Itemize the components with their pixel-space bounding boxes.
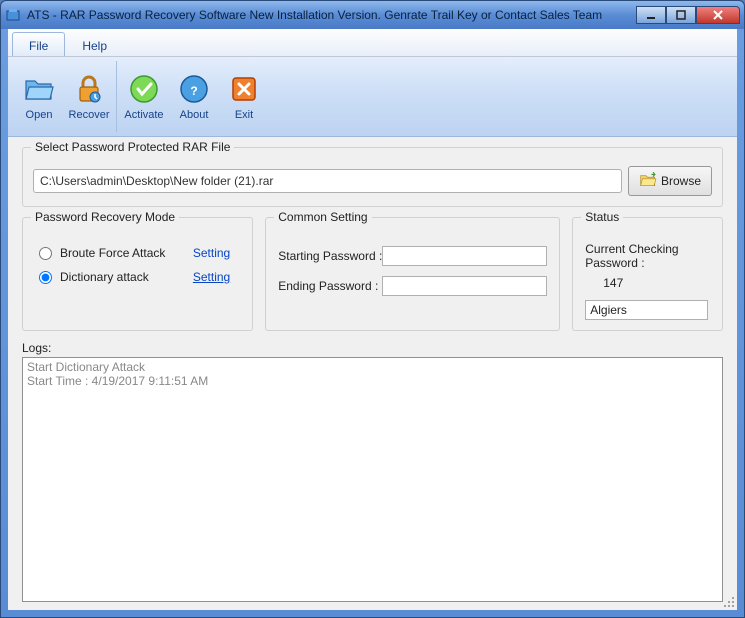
activate-button[interactable]: Activate <box>119 61 169 132</box>
dictionary-radio[interactable] <box>39 271 52 284</box>
browse-label: Browse <box>661 174 701 188</box>
window-controls <box>636 6 740 24</box>
brute-force-radio[interactable] <box>39 247 52 260</box>
maximize-button[interactable] <box>666 6 696 24</box>
ending-password-label: Ending Password : <box>278 279 378 293</box>
exit-icon <box>228 73 260 105</box>
starting-password-label: Starting Password : <box>278 249 378 263</box>
close-button[interactable] <box>696 6 740 24</box>
folder-browse-icon <box>639 172 657 191</box>
lock-recover-icon <box>73 73 105 105</box>
dictionary-label: Dictionary attack <box>60 270 185 284</box>
logs-textarea[interactable]: Start Dictionary Attack Start Time : 4/1… <box>22 357 723 602</box>
folder-open-icon <box>23 73 55 105</box>
activate-label: Activate <box>124 109 163 121</box>
exit-button[interactable]: Exit <box>219 61 269 132</box>
resize-grip-icon[interactable] <box>721 594 735 608</box>
check-circle-icon <box>128 73 160 105</box>
question-circle-icon: ? <box>178 73 210 105</box>
checking-password-count: 147 <box>603 276 710 290</box>
recover-label: Recover <box>69 109 110 121</box>
toolbar: Open Recover Activate <box>8 57 737 137</box>
svg-text:?: ? <box>190 84 197 98</box>
minimize-button[interactable] <box>636 6 666 24</box>
status-group: Status Current Checking Password : 147 A… <box>572 217 723 331</box>
app-window: ATS - RAR Password Recovery Software New… <box>0 0 745 618</box>
file-path-input[interactable] <box>33 169 622 193</box>
file-select-group: Select Password Protected RAR File Brows… <box>22 147 723 207</box>
common-setting-legend: Common Setting <box>274 210 371 224</box>
about-button[interactable]: ? About <box>169 61 219 132</box>
title-bar[interactable]: ATS - RAR Password Recovery Software New… <box>1 1 744 29</box>
open-label: Open <box>26 109 53 121</box>
file-select-legend: Select Password Protected RAR File <box>31 140 234 154</box>
window-title: ATS - RAR Password Recovery Software New… <box>27 8 636 22</box>
ending-password-input[interactable] <box>382 276 547 296</box>
exit-label: Exit <box>235 109 253 121</box>
menu-help[interactable]: Help <box>65 32 124 56</box>
toolbar-group-misc: Activate ? About Exit <box>117 61 271 132</box>
status-legend: Status <box>581 210 623 224</box>
about-label: About <box>180 109 209 121</box>
toolbar-group-file: Open Recover <box>12 61 117 132</box>
recovery-mode-group: Password Recovery Mode Broute Force Atta… <box>22 217 253 331</box>
starting-password-input[interactable] <box>382 246 547 266</box>
browse-button[interactable]: Browse <box>628 166 712 196</box>
settings-row: Password Recovery Mode Broute Force Atta… <box>22 217 723 331</box>
current-password-field: Algiers <box>585 300 707 320</box>
dictionary-setting-link[interactable]: Setting <box>193 270 230 284</box>
logs-label: Logs: <box>22 341 723 355</box>
open-button[interactable]: Open <box>14 61 64 132</box>
brute-force-setting-link[interactable]: Setting <box>193 246 230 260</box>
checking-password-label: Current Checking Password : <box>585 242 710 270</box>
menu-bar: File Help <box>8 29 737 57</box>
app-icon <box>5 7 21 23</box>
content-area: Select Password Protected RAR File Brows… <box>8 137 737 610</box>
client-area: File Help Open Recover <box>8 29 737 610</box>
menu-file[interactable]: File <box>12 32 65 56</box>
brute-force-label: Broute Force Attack <box>60 246 185 260</box>
logs-group: Logs: Start Dictionary Attack Start Time… <box>22 341 723 602</box>
common-setting-group: Common Setting Starting Password : Endin… <box>265 217 560 331</box>
recovery-mode-legend: Password Recovery Mode <box>31 210 179 224</box>
recover-button[interactable]: Recover <box>64 61 114 132</box>
